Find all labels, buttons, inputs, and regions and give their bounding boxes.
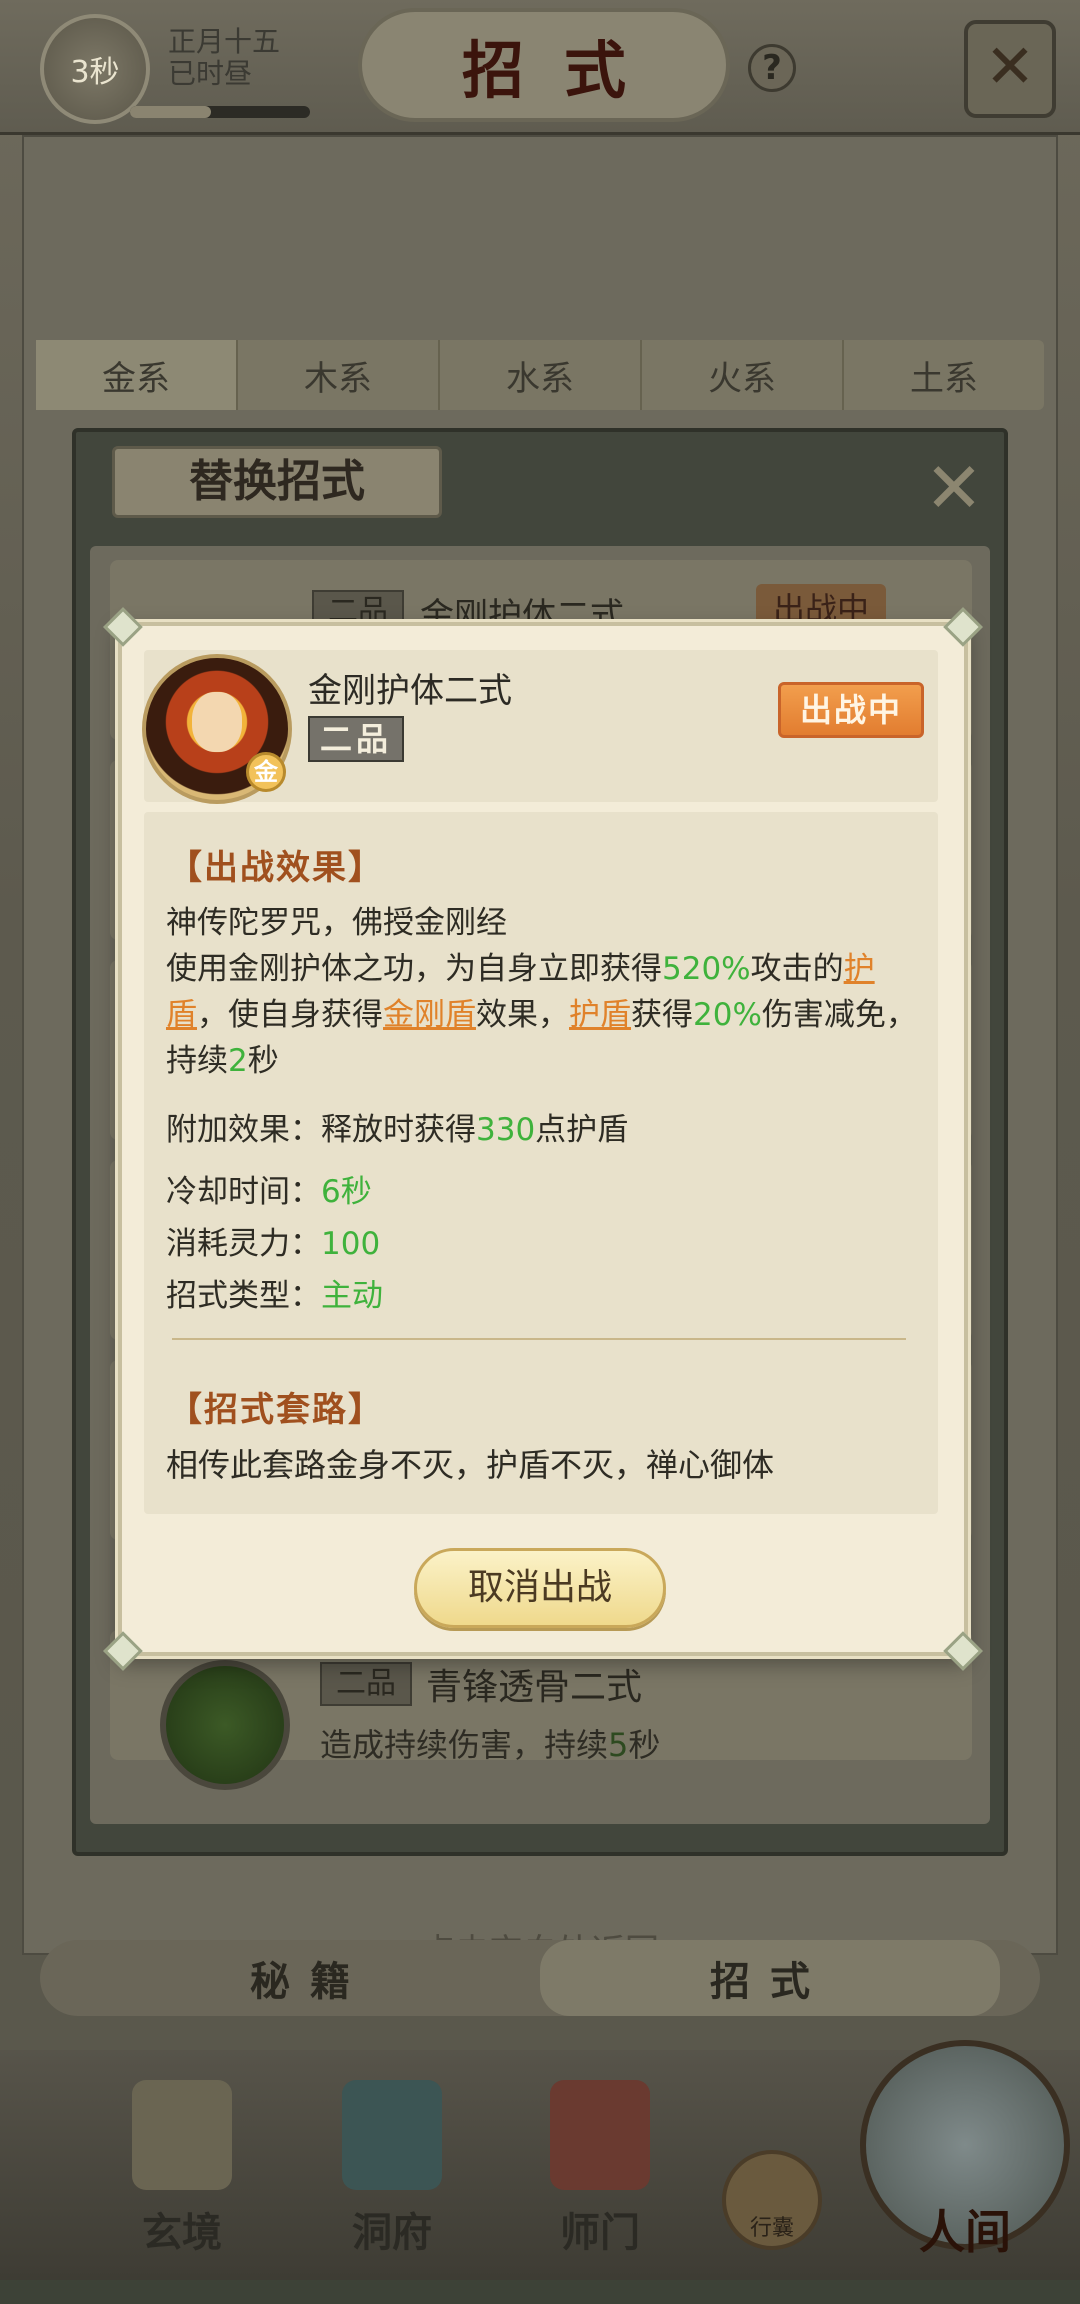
stat-label: 点护盾 [535,1112,629,1148]
skill-grade-badge: 二品 [320,1662,412,1706]
skill-description: 造成持续伤害，持续5秒 [320,1720,660,1766]
page-title: 招式 [461,34,666,107]
desc-text: 秒 [628,1726,661,1764]
stat-label: 冷却时间： [166,1174,321,1210]
effect-section-title: 【出战效果】 [168,848,384,888]
nav-cave-dwelling[interactable]: 洞府 [322,2080,462,2260]
bottom-tabs: 秘籍 招式 [40,1940,1040,2016]
pavilion-icon [342,2080,442,2190]
tab-metal[interactable]: 金系 [36,340,238,410]
time-progress-bar [130,106,310,118]
nav-label: 玄境 [142,2209,222,2256]
element-badge: 金 [246,752,286,792]
desc-value: 5 [608,1726,629,1764]
title-plate: 招式 [358,8,730,122]
close-icon: ✕ [924,447,984,529]
spirit-cost-stat: 消耗灵力：100 [166,1218,380,1263]
element-tabs: 金系 木系 水系 火系 土系 [36,340,1044,410]
stat-label: 附加效果：释放时获得 [166,1112,476,1148]
date-line-2: 已时昼 [168,57,253,90]
bag-button[interactable]: 行囊 [722,2150,822,2250]
tab-earth[interactable]: 土系 [844,340,1044,410]
tab-secret-books[interactable]: 秘籍 [80,1940,540,2016]
effect-line: 神传陀罗咒，佛授金刚经 [166,905,507,941]
nav-label: 师门 [560,2209,640,2256]
effect-text: 获得 [631,997,693,1033]
keyword-link[interactable]: 护盾 [569,997,631,1033]
effect-text: ，使自身获得 [197,997,383,1033]
routine-description: 相传此套路金身不灭，护盾不灭，禅心御体 [166,1446,775,1484]
sword-skill-icon [160,1660,290,1790]
effect-text: 效果， [476,997,569,1033]
cancel-battle-button[interactable]: 取消出战 [414,1548,666,1628]
close-page-button[interactable]: ✕ [964,20,1056,118]
cooldown-stat: 冷却时间：6秒 [166,1166,372,1211]
effect-value: 20% [693,997,762,1033]
in-battle-badge: 出战中 [778,682,924,738]
world-label: 人间 [919,2205,1011,2259]
stat-value: 100 [321,1226,381,1262]
stat-label: 消耗灵力： [166,1226,321,1262]
tab-fire[interactable]: 火系 [642,340,844,410]
time-progress-fill [130,106,211,118]
stat-value: 330 [476,1112,536,1148]
effect-text: 攻击的 [750,951,844,987]
stat-label: 招式类型： [166,1278,321,1314]
effect-value: 520% [662,951,751,987]
stat-value: 主动 [321,1278,383,1314]
effect-text: 使用金刚护体之功，为自身立即获得 [166,951,662,987]
skill-name: 青锋透骨二式 [426,1667,643,1708]
section-divider [172,1338,906,1340]
nav-label: 洞府 [352,2209,432,2256]
extra-effect: 附加效果：释放时获得330点护盾 [166,1104,628,1149]
replace-dialog-close-button[interactable]: ✕ [914,448,994,528]
stat-value: 6秒 [321,1174,372,1210]
tab-wood[interactable]: 木系 [238,340,440,410]
effect-value: 2 [228,1043,248,1079]
scroll-icon [132,2080,232,2190]
help-icon[interactable]: ? [748,44,796,92]
banner-icon [550,2080,650,2190]
skill-type-stat: 招式类型：主动 [166,1270,383,1315]
game-date: 正月十五 已时昼 [168,26,280,90]
keyword-link[interactable]: 金刚盾 [383,997,476,1033]
skill-grade-badge: 二品 [308,716,404,762]
nav-mystic-realm[interactable]: 玄境 [112,2080,252,2260]
replace-dialog-title: 替换招式 [112,446,442,518]
tab-water[interactable]: 水系 [440,340,642,410]
close-icon: ✕ [984,32,1036,102]
skill-name: 金刚护体二式 [308,671,512,711]
effect-text: 秒 [247,1043,279,1079]
tab-skills[interactable]: 招式 [540,1940,1000,2016]
portrait-face [192,692,242,752]
effect-paragraph: 使用金刚护体之功，为自身立即获得520%攻击的护盾，使自身获得金刚盾效果，护盾获… [166,946,926,1084]
date-line-1: 正月十五 [168,25,281,58]
nav-sect[interactable]: 师门 [530,2080,670,2260]
desc-text: 造成持续伤害，持续 [320,1726,609,1764]
routine-section-title: 【招式套路】 [168,1390,384,1430]
effect-description: 神传陀罗咒，佛授金刚经 使用金刚护体之功，为自身立即获得520%攻击的护盾 ，使自… [166,900,926,1084]
